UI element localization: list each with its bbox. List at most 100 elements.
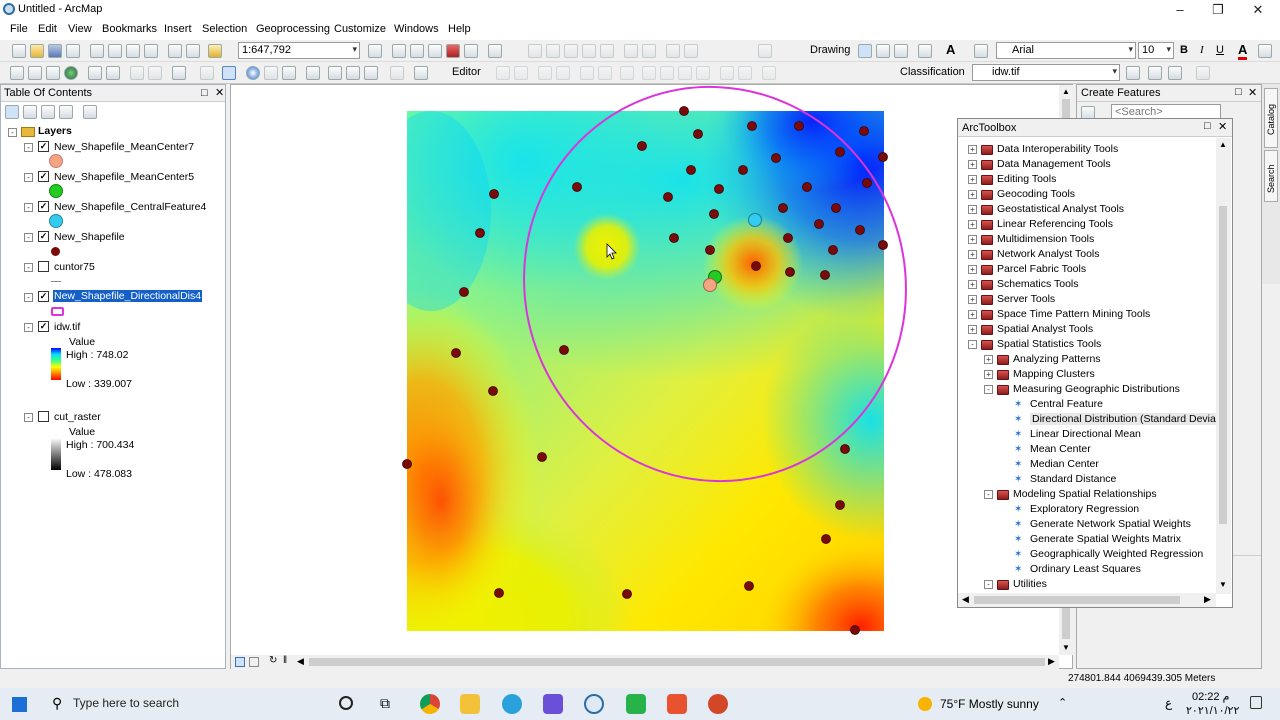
delete-icon[interactable] <box>144 44 158 58</box>
layer-visibility-checkbox[interactable] <box>38 411 49 422</box>
georef-tool-9-icon[interactable] <box>684 44 698 58</box>
menu-bookmarks[interactable]: Bookmarks <box>102 23 157 35</box>
clear-icon[interactable] <box>1196 66 1210 80</box>
model-builder-icon[interactable] <box>488 44 502 58</box>
layer-collapse-icon[interactable]: - <box>24 233 33 242</box>
toc-options-icon[interactable] <box>83 105 97 119</box>
georef-tool-6-icon[interactable] <box>624 44 638 58</box>
close-icon[interactable]: ✕ <box>215 86 224 99</box>
georef-tool-2-icon[interactable] <box>546 44 560 58</box>
data-view-icon[interactable] <box>235 657 245 667</box>
expand-icon[interactable]: + <box>968 220 977 229</box>
layer-visibility-checkbox[interactable]: ✓ <box>38 171 49 182</box>
edit-tool-1-icon[interactable] <box>496 66 510 80</box>
fill-color-icon[interactable] <box>1258 44 1272 58</box>
toolset-item[interactable]: Utilities <box>1013 578 1047 590</box>
camtasia-red-icon[interactable] <box>667 694 687 714</box>
edit-tool-5-icon[interactable] <box>580 66 594 80</box>
georef-tool-8-icon[interactable] <box>666 44 680 58</box>
toolset-item[interactable]: Mapping Clusters <box>1013 368 1095 380</box>
chrome-app-icon[interactable] <box>420 694 440 714</box>
menu-help[interactable]: Help <box>448 23 471 35</box>
cut-icon[interactable] <box>90 44 104 58</box>
layer-collapse-icon[interactable]: - <box>24 293 33 302</box>
edit-tool-14-icon[interactable] <box>762 66 776 80</box>
identify-icon[interactable] <box>246 66 260 80</box>
toolbox-vertical-scrollbar[interactable]: ▲ ▼ <box>1216 138 1231 594</box>
georef-tool-4-icon[interactable] <box>582 44 596 58</box>
toolbox-item[interactable]: Linear Referencing Tools <box>997 218 1113 230</box>
expand-icon[interactable]: + <box>968 235 977 244</box>
toolbox-item[interactable]: Spatial Analyst Tools <box>997 323 1093 335</box>
layer-collapse-icon[interactable]: - <box>24 203 33 212</box>
tool-item[interactable]: Median Center <box>1030 458 1099 470</box>
underline-button[interactable]: U <box>1216 44 1224 56</box>
copy-icon[interactable] <box>108 44 122 58</box>
show-hidden-icons-icon[interactable]: ⌃ <box>1058 696 1067 709</box>
zoom-in-icon[interactable] <box>10 66 24 80</box>
expand-icon[interactable]: + <box>968 250 977 259</box>
edit-tool-9-icon[interactable] <box>660 66 674 80</box>
font-color-button[interactable]: A <box>1238 42 1248 60</box>
layers-collapse-icon[interactable]: - <box>8 128 17 137</box>
new-document-icon[interactable] <box>12 44 26 58</box>
pin-icon[interactable]: □ <box>1235 86 1242 98</box>
rotate-icon[interactable] <box>876 44 890 58</box>
select-elements-arrow-icon[interactable] <box>222 66 236 80</box>
pin-icon[interactable]: □ <box>201 87 208 99</box>
layer-name[interactable]: New_Shapefile_MeanCenter5 <box>54 171 194 183</box>
tool-item[interactable]: Central Feature <box>1030 398 1103 410</box>
layer-visibility-checkbox[interactable]: ✓ <box>38 141 49 152</box>
edit-vertices-icon[interactable] <box>974 44 988 58</box>
forward-icon[interactable] <box>148 66 162 80</box>
scroll-right-icon[interactable]: ▶ <box>1048 656 1055 667</box>
zoom-to-elements-icon[interactable] <box>894 44 908 58</box>
tool-item[interactable]: Exploratory Regression <box>1030 503 1139 515</box>
find-route-icon[interactable] <box>346 66 360 80</box>
menu-selection[interactable]: Selection <box>202 23 247 35</box>
layout-view-icon[interactable] <box>249 657 259 667</box>
georef-tool-3-icon[interactable] <box>564 44 578 58</box>
toolbox-item[interactable]: Space Time Pattern Mining Tools <box>997 308 1150 320</box>
layer-collapse-icon[interactable]: - <box>24 323 33 332</box>
add-data-icon[interactable] <box>208 44 222 58</box>
toolset-item[interactable]: Analyzing Patterns <box>1013 353 1101 365</box>
toolbox-item[interactable]: Data Management Tools <box>997 158 1111 170</box>
catalog-window-icon[interactable] <box>410 44 424 58</box>
scroll-left-icon[interactable]: ◀ <box>297 656 304 667</box>
pause-drawing-icon[interactable]: ‖ <box>283 655 287 666</box>
toolbox-item[interactable]: Spatial Statistics Tools <box>997 338 1101 350</box>
edit-tool-13-icon[interactable] <box>738 66 752 80</box>
collapse-icon[interactable]: - <box>984 580 993 589</box>
edit-tool-8-icon[interactable] <box>642 66 656 80</box>
menu-insert[interactable]: Insert <box>164 23 192 35</box>
expand-icon[interactable]: + <box>984 370 993 379</box>
toolbox-item[interactable]: Geostatistical Analyst Tools <box>997 203 1124 215</box>
find-icon[interactable] <box>328 66 342 80</box>
tool-item[interactable]: Mean Center <box>1030 443 1091 455</box>
open-icon[interactable] <box>30 44 44 58</box>
arcmap-app-icon[interactable] <box>584 694 604 714</box>
expand-icon[interactable]: + <box>968 325 977 334</box>
menu-file[interactable]: File <box>10 23 28 35</box>
scroll-left-icon[interactable]: ◀ <box>962 594 969 605</box>
fixed-zoom-out-icon[interactable] <box>106 66 120 80</box>
editor-menu[interactable]: Editor <box>452 66 481 78</box>
expand-icon[interactable]: + <box>968 265 977 274</box>
histogram-icon[interactable] <box>1148 66 1162 80</box>
expand-icon[interactable]: + <box>968 145 977 154</box>
georef-tool-7-icon[interactable] <box>642 44 656 58</box>
layer-name[interactable]: New_Shapefile <box>54 231 125 243</box>
menu-edit[interactable]: Edit <box>38 23 57 35</box>
tool-item[interactable]: Generate Spatial Weights Matrix <box>1030 533 1181 545</box>
python-window-icon[interactable] <box>464 44 478 58</box>
collapse-icon[interactable]: - <box>968 340 977 349</box>
toolbox-item[interactable]: Network Analyst Tools <box>997 248 1100 260</box>
tool-item[interactable]: Linear Directional Mean <box>1030 428 1141 440</box>
text-tool[interactable]: A <box>946 42 955 57</box>
weather-text[interactable]: 75°F Mostly sunny <box>940 697 1039 711</box>
clock-time[interactable]: 02:22 م <box>1192 690 1229 703</box>
scroll-down-icon[interactable]: ▼ <box>1062 643 1070 652</box>
scroll-up-icon[interactable]: ▲ <box>1219 140 1227 149</box>
expand-icon[interactable]: + <box>968 190 977 199</box>
